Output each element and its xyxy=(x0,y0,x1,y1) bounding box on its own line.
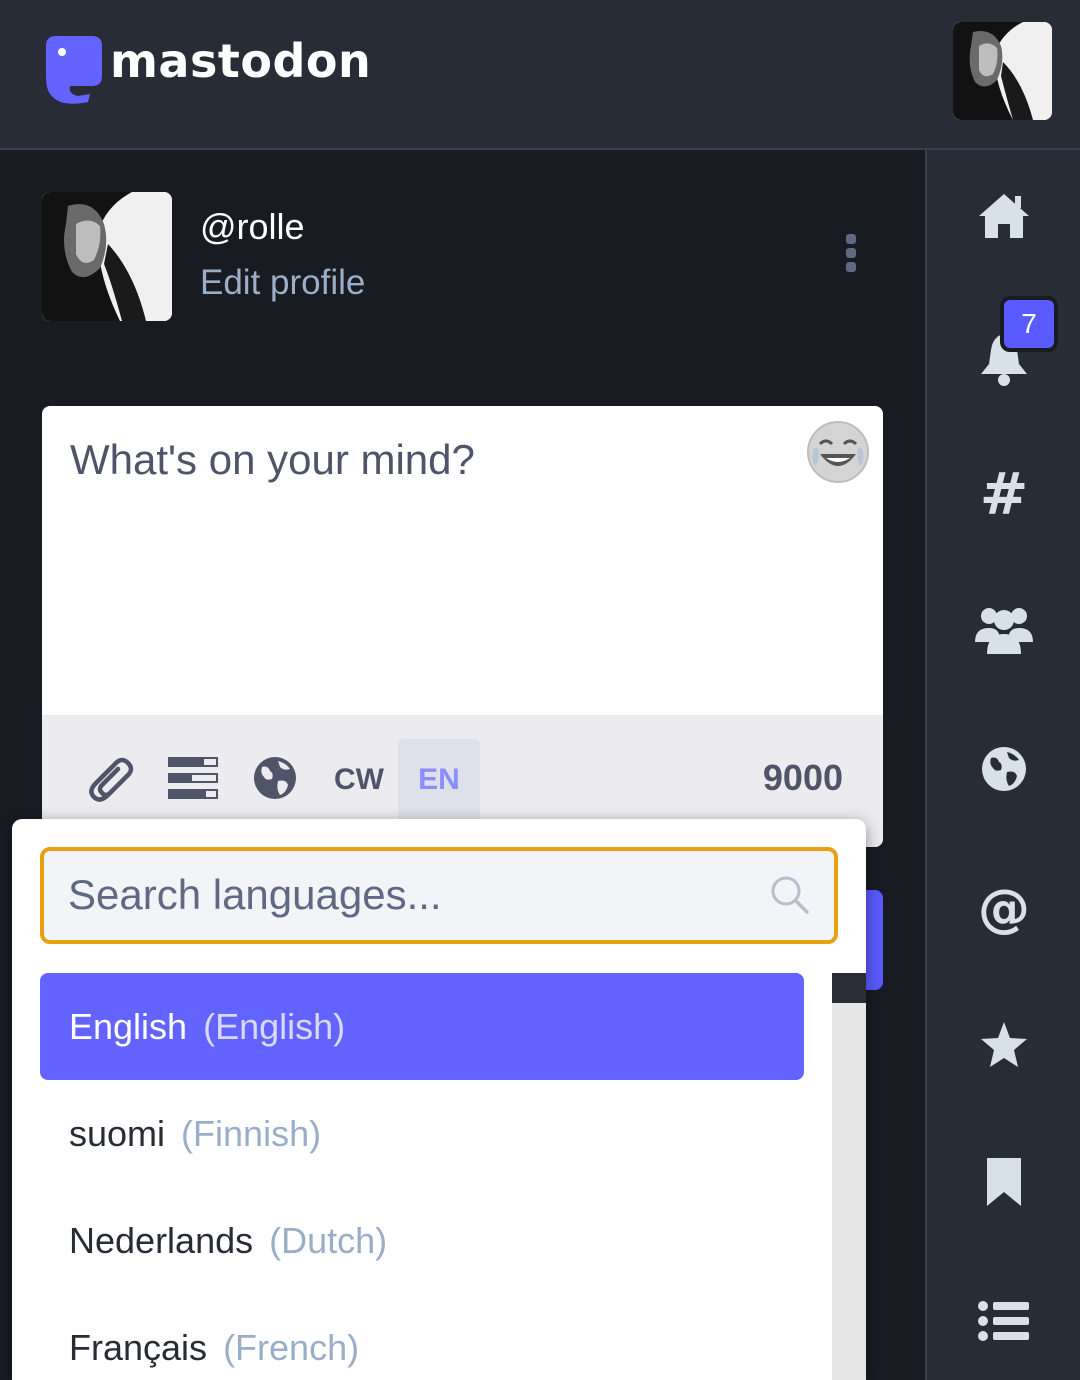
header-avatar[interactable] xyxy=(953,22,1052,120)
svg-text:#: # xyxy=(980,460,1029,528)
scrollbar-thumb[interactable] xyxy=(832,973,866,1003)
hashtag-icon[interactable]: # xyxy=(967,456,1041,530)
language-option-finnish[interactable]: suomi (Finnish) xyxy=(40,1080,804,1187)
language-option-french[interactable]: Français (French) xyxy=(40,1294,804,1380)
star-icon[interactable] xyxy=(967,1008,1041,1082)
top-bar: mastodon xyxy=(0,0,1080,150)
character-counter: 9000 xyxy=(762,757,843,798)
emoji-picker-icon[interactable] xyxy=(806,420,870,484)
users-icon[interactable] xyxy=(967,592,1041,666)
attach-media-icon[interactable] xyxy=(88,755,136,805)
notification-count-badge: 7 xyxy=(1000,296,1058,352)
list-icon[interactable] xyxy=(967,1284,1041,1358)
language-list: English (English) suomi (Finnish) Nederl… xyxy=(40,973,804,1380)
language-button[interactable]: EN xyxy=(398,739,480,819)
language-button-label: EN xyxy=(418,763,460,796)
language-search-box xyxy=(40,847,838,944)
mastodon-logo-icon xyxy=(46,36,102,104)
globe-icon[interactable] xyxy=(967,732,1041,806)
language-search-input[interactable] xyxy=(68,869,748,921)
home-icon[interactable] xyxy=(967,180,1041,254)
language-option-dutch[interactable]: Nederlands (Dutch) xyxy=(40,1187,804,1294)
compose-textarea[interactable]: What's on your mind? xyxy=(70,436,475,484)
mastodon-logo[interactable]: mastodon xyxy=(40,32,371,108)
navigation-rail: 7 # @ xyxy=(925,150,1080,1380)
language-dropdown: English (English) suomi (Finnish) Nederl… xyxy=(12,819,866,1380)
poll-icon[interactable] xyxy=(166,755,220,801)
bookmark-icon[interactable] xyxy=(967,1146,1041,1220)
search-icon xyxy=(771,876,809,914)
profile-handle: @rolle xyxy=(200,206,305,247)
more-options-icon[interactable] xyxy=(840,234,862,276)
svg-text:@: @ xyxy=(978,879,1030,939)
logo-wordmark: mastodon xyxy=(110,34,372,88)
profile-avatar[interactable] xyxy=(42,192,172,321)
language-list-scrollbar[interactable] xyxy=(832,973,866,1380)
visibility-globe-icon[interactable] xyxy=(252,755,298,801)
language-option-english[interactable]: English (English) xyxy=(40,973,804,1080)
compose-form: What's on your mind? CW EN 9000 xyxy=(42,406,883,847)
edit-profile-link[interactable]: Edit profile xyxy=(200,263,365,303)
at-icon[interactable]: @ xyxy=(967,870,1041,944)
content-warning-toggle[interactable]: CW xyxy=(334,763,384,797)
